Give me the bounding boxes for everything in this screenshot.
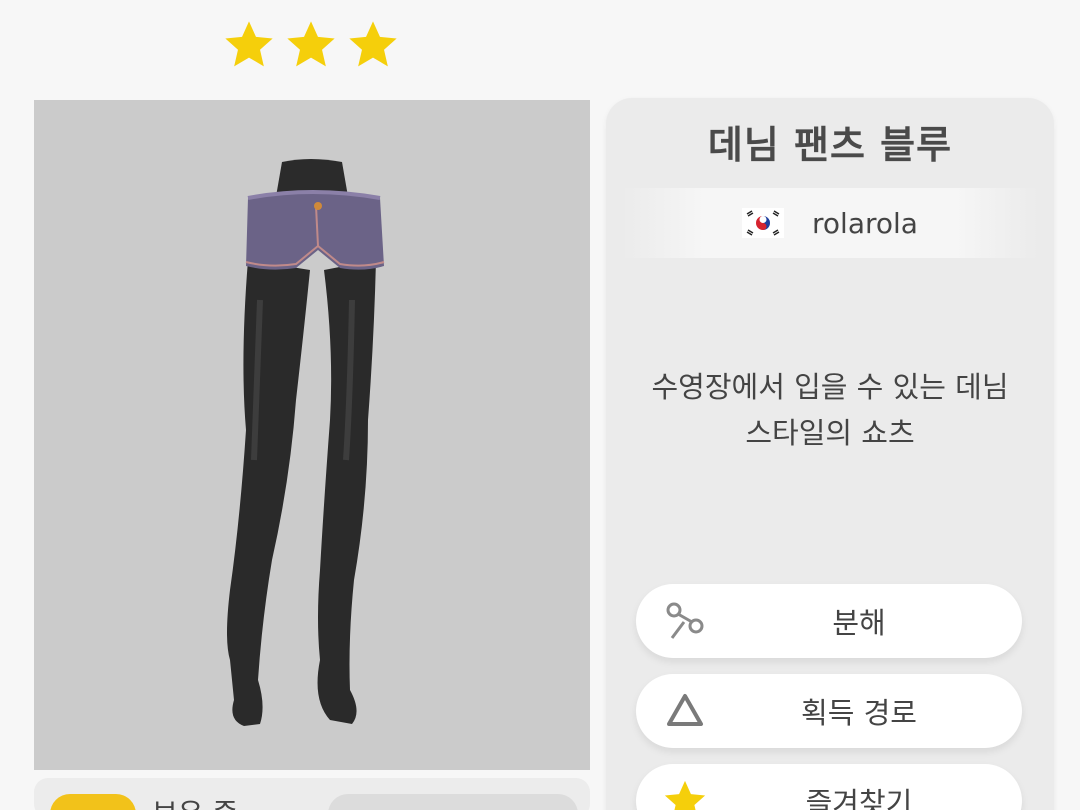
acquire-route-button[interactable]: 획득 경로: [636, 674, 1022, 748]
favorite-label: 즐겨찾기: [805, 786, 913, 810]
owned-count-badge: [50, 794, 136, 810]
creator-name[interactable]: rolarola: [812, 207, 918, 240]
owned-quantity-pill[interactable]: [328, 794, 578, 810]
star-icon: [664, 780, 706, 810]
inventory-strip: 보유 중: [34, 778, 590, 810]
item-description: 수영장에서 입을 수 있는 데님 스타일의 쇼츠: [626, 364, 1034, 456]
item-title: 데님 팬츠 블루: [707, 123, 953, 167]
item-info-panel: 데님 팬츠 블루 rolarola 수영장에서 입을 수 있는 데님 스타일의 …: [606, 98, 1054, 810]
disassemble-label: 분해: [832, 606, 886, 640]
item-preview[interactable]: [34, 100, 590, 770]
description-line-2: 스타일의 쇼츠: [745, 416, 915, 450]
mannequin-image: [227, 159, 385, 726]
star-icon: [225, 21, 273, 67]
description-line-1: 수영장에서 입을 수 있는 데님: [651, 370, 1009, 404]
favorite-button[interactable]: 즐겨찾기: [636, 764, 1022, 810]
star-icon: [349, 21, 397, 67]
south-korea-flag-icon: [742, 208, 785, 238]
star-icon: [287, 21, 335, 67]
rating-stars: [222, 18, 400, 72]
owned-label: 보유 중: [152, 792, 238, 810]
triangle-icon: [667, 694, 703, 726]
acquire-route-label: 획득 경로: [801, 696, 917, 730]
disassemble-button[interactable]: 분해: [636, 584, 1022, 658]
scissors-icon: [666, 602, 704, 639]
creator-row[interactable]: rolarola: [622, 188, 1038, 258]
